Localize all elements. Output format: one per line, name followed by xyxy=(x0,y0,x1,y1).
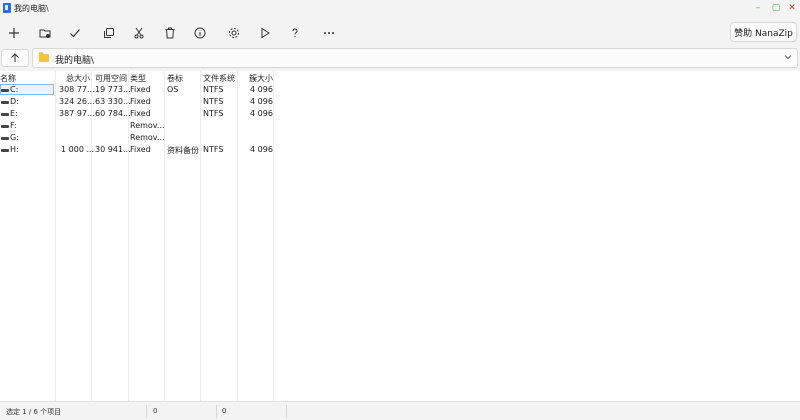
status-divider xyxy=(146,405,147,418)
delete-icon xyxy=(165,27,175,39)
drive-name: E: xyxy=(10,109,18,118)
drive-icon xyxy=(1,101,9,104)
folder-icon xyxy=(39,52,49,62)
drive-type: Fixed xyxy=(130,97,151,106)
info-icon xyxy=(194,27,206,39)
address-bar[interactable]: 我的电脑\ xyxy=(32,48,798,68)
column-header-type[interactable]: 类型 xyxy=(130,73,146,84)
extract-icon xyxy=(39,29,51,38)
maximize-button[interactable]: ▢ xyxy=(770,2,782,14)
column-header-label[interactable]: 卷标 xyxy=(167,73,183,84)
drive-free: 63 330... xyxy=(95,97,131,106)
column-header-free[interactable]: 可用空间 xyxy=(95,73,127,84)
minimize-button[interactable]: – xyxy=(752,2,764,14)
help-icon xyxy=(292,28,298,38)
drive-name: D: xyxy=(10,97,19,106)
drive-total: 308 77... xyxy=(59,85,95,94)
run-button[interactable] xyxy=(255,23,275,43)
chevron-down-icon[interactable] xyxy=(783,52,793,62)
drive-type: Fixed xyxy=(130,85,151,94)
arrow-up-icon xyxy=(11,53,19,62)
column-divider[interactable] xyxy=(200,71,201,401)
run-icon xyxy=(261,27,270,39)
toolbar: 赞助 NanaZip xyxy=(0,20,800,46)
drive-icon xyxy=(1,149,9,152)
file-list[interactable]: 名称 总大小 可用空间 类型 卷标 文件系统 簇大小 C: 308 77... … xyxy=(0,71,800,401)
copy-icon xyxy=(104,28,114,38)
drive-icon xyxy=(1,89,9,92)
extract-button[interactable] xyxy=(35,23,55,43)
column-header-cluster[interactable]: 簇大小 xyxy=(249,73,273,84)
column-header-total[interactable]: 总大小 xyxy=(66,73,90,84)
drive-label: 资料备份 xyxy=(167,146,199,155)
copy-button[interactable] xyxy=(99,23,119,43)
drive-type: Remov... xyxy=(130,133,165,142)
status-size: 0 xyxy=(153,407,158,415)
drive-fs: NTFS xyxy=(203,145,224,154)
address-path: 我的电脑\ xyxy=(55,56,95,66)
status-selection: 选定 1 / 6 个项目 xyxy=(6,408,62,416)
drive-fs: NTFS xyxy=(203,97,224,106)
drive-cluster: 4 096 xyxy=(250,85,273,94)
drive-total: 324 26... xyxy=(59,97,95,106)
more-icon xyxy=(324,32,334,34)
column-divider[interactable] xyxy=(273,71,274,401)
drive-free: 30 941... xyxy=(95,145,131,154)
status-divider xyxy=(216,405,217,418)
drive-cluster: 4 096 xyxy=(250,97,273,106)
info-button[interactable] xyxy=(190,23,210,43)
drive-fs: NTFS xyxy=(203,85,224,94)
column-header-fs[interactable]: 文件系统 xyxy=(203,73,235,84)
settings-button[interactable] xyxy=(224,23,244,43)
drive-icon xyxy=(1,125,9,128)
window-title: 我的电脑\ xyxy=(14,4,49,13)
drive-label: OS xyxy=(167,85,179,94)
more-button[interactable] xyxy=(319,23,339,43)
status-divider xyxy=(286,405,287,418)
add-button[interactable] xyxy=(4,23,24,43)
drive-total: 387 97... xyxy=(59,109,95,118)
settings-icon xyxy=(229,28,239,38)
sponsor-button[interactable]: 赞助 NanaZip xyxy=(730,22,797,42)
test-icon xyxy=(70,29,80,38)
drive-type: Fixed xyxy=(130,109,151,118)
drive-free: 19 773... xyxy=(95,85,131,94)
drive-name: G: xyxy=(10,133,19,142)
drive-name: C: xyxy=(10,85,19,94)
cut-button[interactable] xyxy=(129,23,149,43)
up-button[interactable] xyxy=(1,49,29,67)
help-button[interactable] xyxy=(285,23,305,43)
test-button[interactable] xyxy=(65,23,85,43)
column-divider[interactable] xyxy=(55,71,56,401)
drive-name: F: xyxy=(10,121,17,130)
drive-free: 60 784... xyxy=(95,109,131,118)
status-bar: 选定 1 / 6 个项目 0 0 xyxy=(0,401,800,420)
title-bar: 我的电脑\ – ▢ ✕ xyxy=(0,0,800,16)
drive-type: Remov... xyxy=(130,121,165,130)
drive-total: 1 000 ... xyxy=(61,145,95,154)
column-divider[interactable] xyxy=(237,71,238,401)
column-divider[interactable] xyxy=(91,71,92,401)
close-button[interactable]: ✕ xyxy=(786,2,798,14)
drive-icon xyxy=(1,113,9,116)
add-icon xyxy=(9,28,19,38)
drive-cluster: 4 096 xyxy=(250,109,273,118)
drive-fs: NTFS xyxy=(203,109,224,118)
app-icon xyxy=(3,3,11,13)
column-header-name[interactable]: 名称 xyxy=(0,73,16,84)
drive-type: Fixed xyxy=(130,145,151,154)
cut-icon xyxy=(134,27,144,39)
status-packed-size: 0 xyxy=(222,407,227,415)
drive-name: H: xyxy=(10,145,19,154)
drive-icon xyxy=(1,137,9,140)
column-divider[interactable] xyxy=(128,71,129,401)
drive-cluster: 4 096 xyxy=(250,145,273,154)
delete-button[interactable] xyxy=(160,23,180,43)
